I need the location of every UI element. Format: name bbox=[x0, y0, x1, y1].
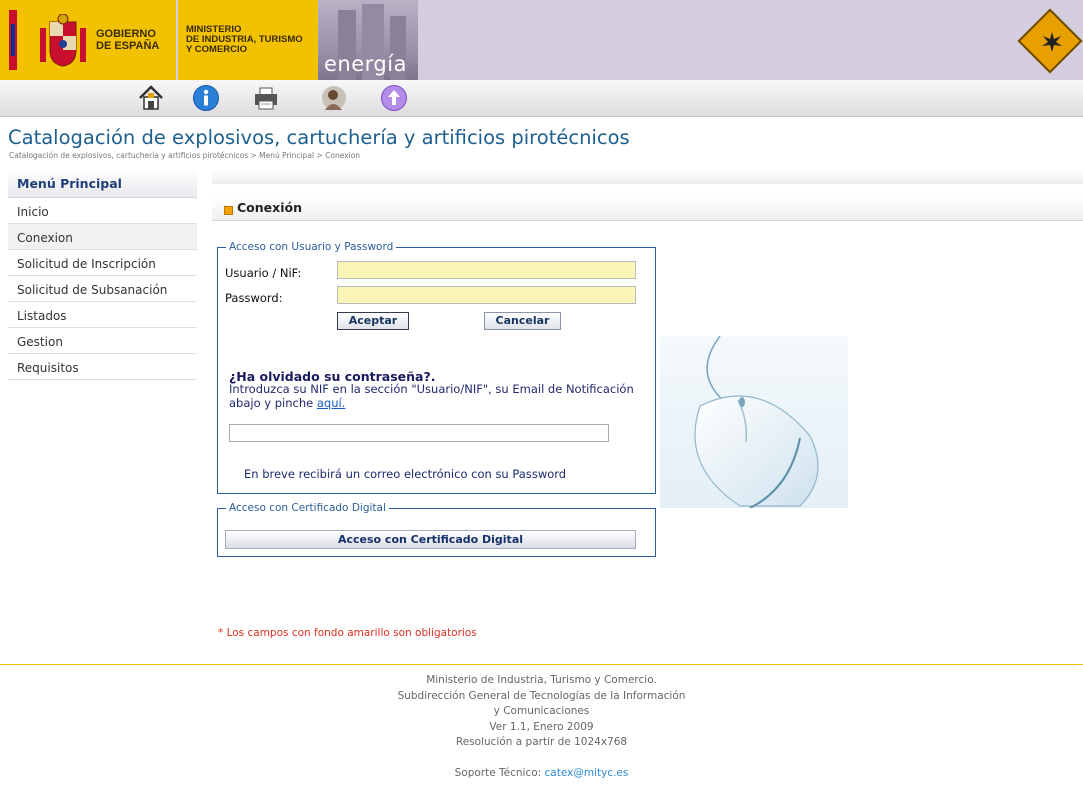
sidebar-heading: Menú Principal bbox=[8, 170, 197, 198]
forgot-password-text: Introduzca su NIF en la sección "Usuario… bbox=[229, 382, 639, 410]
footer-line-2: Subdirección General de Tecnologías de l… bbox=[397, 689, 686, 702]
sidebar: Menú Principal Inicio Conexion Solicitud… bbox=[8, 170, 197, 380]
up-icon[interactable] bbox=[380, 84, 408, 112]
user-label: Usuario / NiF: bbox=[225, 266, 302, 280]
page-title: Catalogación de explosivos, cartuchería … bbox=[8, 126, 630, 149]
password-notice: En breve recibirá un correo electrónico … bbox=[244, 467, 567, 481]
gobierno-logo: GOBIERNO DE ESPAÑA bbox=[0, 0, 176, 80]
content-top-bar bbox=[212, 170, 1083, 184]
gobierno-line-1: GOBIERNO bbox=[96, 28, 156, 40]
gobierno-text: GOBIERNO DE ESPAÑA bbox=[96, 28, 159, 52]
password-label: Password: bbox=[225, 291, 283, 305]
sidebar-item-listados[interactable]: Listados bbox=[8, 302, 197, 328]
home-icon[interactable] bbox=[137, 84, 165, 112]
eu-flag-icon bbox=[11, 24, 15, 56]
footer-line-5: Resolución a partir de 1024x768 bbox=[455, 736, 628, 748]
sidebar-item-conexion[interactable]: Conexion bbox=[8, 224, 197, 250]
support-label: Soporte Técnico: bbox=[454, 766, 545, 779]
breadcrumb[interactable]: Catalogación de explosivos, cartuchería … bbox=[9, 151, 360, 160]
gobierno-line-2: DE ESPAÑA bbox=[96, 40, 160, 52]
footer-divider bbox=[0, 664, 1083, 665]
certificate-access-button[interactable]: Acceso con Certificado Digital bbox=[225, 530, 636, 549]
header-banner: GOBIERNO DE ESPAÑA MINISTERIO DE INDUSTR… bbox=[0, 0, 1083, 80]
section-title: Conexión bbox=[237, 200, 302, 215]
footer-line-4: Ver 1.1, Enero 2009 bbox=[489, 720, 594, 733]
password-input[interactable] bbox=[337, 286, 636, 304]
footer-line-3: y Comunicaciones bbox=[493, 705, 590, 717]
sidebar-item-gestion[interactable]: Gestion bbox=[8, 328, 197, 354]
explosive-symbol-icon bbox=[1042, 32, 1062, 52]
support-email-link[interactable]: catex@mityc.es bbox=[545, 767, 629, 779]
sidebar-item-solicitud-inscripcion[interactable]: Solicitud de Inscripción bbox=[8, 250, 197, 276]
printer-icon[interactable] bbox=[252, 84, 280, 112]
sidebar-item-requisitos[interactable]: Requisitos bbox=[8, 354, 197, 380]
accept-button[interactable]: Aceptar bbox=[337, 312, 409, 330]
forgot-password-instructions: Introduzca su NIF en la sección "Usuario… bbox=[229, 382, 634, 410]
icon-toolbar bbox=[0, 80, 1083, 117]
help-icon[interactable] bbox=[320, 84, 348, 112]
email-input[interactable] bbox=[229, 424, 609, 442]
footer: Ministerio de Industria, Turismo y Comer… bbox=[0, 673, 1083, 781]
coat-of-arms-icon bbox=[40, 14, 86, 67]
cancel-button[interactable]: Cancelar bbox=[484, 312, 561, 330]
info-icon[interactable] bbox=[192, 84, 220, 112]
login-legend: Acceso con Usuario y Password bbox=[229, 241, 394, 253]
required-fields-note: * Los campos con fondo amarillo son obli… bbox=[218, 627, 477, 639]
footer-line-1: Ministerio de Industria, Turismo y Comer… bbox=[426, 674, 657, 686]
bullet-icon bbox=[224, 206, 233, 215]
footer-support: Soporte Técnico: catex@mityc.es bbox=[0, 766, 1083, 782]
certificate-legend: Acceso con Certificado Digital bbox=[229, 502, 386, 514]
energia-title: energía bbox=[324, 52, 407, 76]
section-header: Conexión bbox=[212, 196, 1083, 221]
ministerio-logo: MINISTERIO DE INDUSTRIA, TURISMO Y COMER… bbox=[178, 0, 318, 80]
computer-mouse-image bbox=[660, 336, 848, 508]
forgot-password-link[interactable]: aquí. bbox=[317, 396, 346, 410]
sidebar-item-solicitud-subsanacion[interactable]: Solicitud de Subsanación bbox=[8, 276, 197, 302]
user-input[interactable] bbox=[337, 261, 636, 279]
sidebar-item-inicio[interactable]: Inicio bbox=[8, 198, 197, 224]
ministerio-line-3: Y COMERCIO bbox=[186, 44, 248, 55]
